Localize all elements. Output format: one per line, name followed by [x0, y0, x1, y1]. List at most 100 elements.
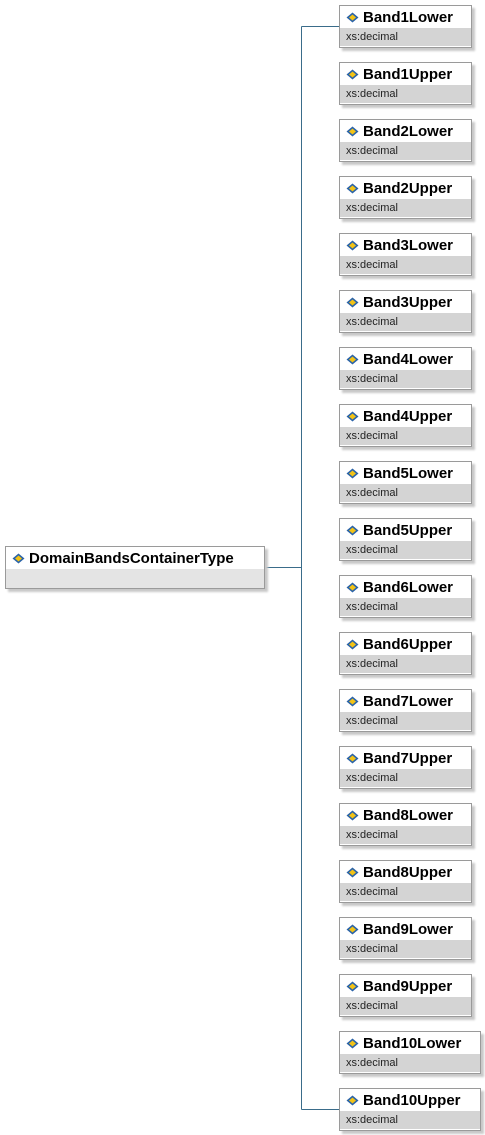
element-node[interactable]: Band8Upper xs:decimal: [339, 860, 472, 903]
element-name: Band7Upper: [363, 749, 453, 767]
element-header: Band7Upper: [340, 747, 471, 769]
element-name: Band7Lower: [363, 692, 454, 710]
element-node[interactable]: Band4Upper xs:decimal: [339, 404, 472, 447]
root-type-node[interactable]: DomainBandsContainerType: [5, 546, 265, 589]
element-node[interactable]: Band8Lower xs:decimal: [339, 803, 472, 846]
element-type-label: xs:decimal: [340, 28, 471, 46]
element-name: Band5Lower: [363, 464, 454, 482]
element-icon: [346, 981, 359, 992]
element-node[interactable]: Band3Upper xs:decimal: [339, 290, 472, 333]
element-name: Band1Lower: [363, 8, 454, 26]
element-type-label: xs:decimal: [340, 1111, 480, 1129]
element-name: Band4Lower: [363, 350, 454, 368]
element-header: Band9Upper: [340, 975, 471, 997]
element-header: Band9Lower: [340, 918, 471, 940]
element-header: Band3Upper: [340, 291, 471, 313]
element-node[interactable]: Band10Lower xs:decimal: [339, 1031, 481, 1074]
element-header: Band1Lower: [340, 6, 471, 28]
element-header: Band1Upper: [340, 63, 471, 85]
element-icon: [346, 582, 359, 593]
element-icon: [346, 1095, 359, 1106]
element-type-label: xs:decimal: [340, 883, 471, 901]
element-node[interactable]: Band5Lower xs:decimal: [339, 461, 472, 504]
element-icon: [346, 297, 359, 308]
element-header: Band2Upper: [340, 177, 471, 199]
element-type-label: xs:decimal: [340, 313, 471, 331]
element-icon: [346, 696, 359, 707]
element-icon: [346, 1038, 359, 1049]
root-type-body: [6, 569, 264, 588]
element-header: Band4Upper: [340, 405, 471, 427]
element-node[interactable]: Band5Upper xs:decimal: [339, 518, 472, 561]
element-icon: [346, 867, 359, 878]
element-node[interactable]: Band1Upper xs:decimal: [339, 62, 472, 105]
element-type-label: xs:decimal: [340, 940, 471, 958]
element-node[interactable]: Band1Lower xs:decimal: [339, 5, 472, 48]
element-header: Band3Lower: [340, 234, 471, 256]
element-type-label: xs:decimal: [340, 997, 471, 1015]
element-type-label: xs:decimal: [340, 598, 471, 616]
element-header: Band8Upper: [340, 861, 471, 883]
element-node[interactable]: Band3Lower xs:decimal: [339, 233, 472, 276]
element-name: Band10Upper: [363, 1091, 461, 1109]
element-name: Band3Lower: [363, 236, 454, 254]
element-type-label: xs:decimal: [340, 85, 471, 103]
element-header: Band2Lower: [340, 120, 471, 142]
element-header: Band6Lower: [340, 576, 471, 598]
element-name: Band9Lower: [363, 920, 454, 938]
element-header: Band4Lower: [340, 348, 471, 370]
element-type-label: xs:decimal: [340, 769, 471, 787]
element-icon: [346, 126, 359, 137]
element-icon: [346, 183, 359, 194]
element-node[interactable]: Band10Upper xs:decimal: [339, 1088, 481, 1131]
element-name: Band8Lower: [363, 806, 454, 824]
element-name: Band2Lower: [363, 122, 454, 140]
element-node[interactable]: Band6Lower xs:decimal: [339, 575, 472, 618]
element-header: Band8Lower: [340, 804, 471, 826]
element-type-label: xs:decimal: [340, 142, 471, 160]
root-type-header: DomainBandsContainerType: [6, 547, 264, 569]
element-name: Band6Lower: [363, 578, 454, 596]
element-name: Band10Lower: [363, 1034, 462, 1052]
element-node[interactable]: Band7Lower xs:decimal: [339, 689, 472, 732]
element-icon: [346, 468, 359, 479]
element-icon: [346, 354, 359, 365]
element-type-icon: [12, 553, 25, 564]
element-header: Band7Lower: [340, 690, 471, 712]
element-type-label: xs:decimal: [340, 370, 471, 388]
element-icon: [346, 69, 359, 80]
element-node[interactable]: Band4Lower xs:decimal: [339, 347, 472, 390]
element-node[interactable]: Band2Upper xs:decimal: [339, 176, 472, 219]
element-type-label: xs:decimal: [340, 427, 471, 445]
element-type-label: xs:decimal: [340, 256, 471, 274]
element-name: Band1Upper: [363, 65, 453, 83]
element-name: Band3Upper: [363, 293, 453, 311]
element-type-label: xs:decimal: [340, 199, 471, 217]
element-icon: [346, 240, 359, 251]
element-type-label: xs:decimal: [340, 712, 471, 730]
element-icon: [346, 411, 359, 422]
element-node[interactable]: Band7Upper xs:decimal: [339, 746, 472, 789]
element-icon: [346, 525, 359, 536]
element-name: Band2Upper: [363, 179, 453, 197]
element-name: Band9Upper: [363, 977, 453, 995]
element-node[interactable]: Band9Lower xs:decimal: [339, 917, 472, 960]
element-icon: [346, 639, 359, 650]
element-header: Band6Upper: [340, 633, 471, 655]
element-type-label: xs:decimal: [340, 541, 471, 559]
element-icon: [346, 753, 359, 764]
element-type-label: xs:decimal: [340, 655, 471, 673]
element-icon: [346, 12, 359, 23]
element-header: Band10Lower: [340, 1032, 480, 1054]
element-icon: [346, 924, 359, 935]
element-name: Band6Upper: [363, 635, 453, 653]
element-name: Band4Upper: [363, 407, 453, 425]
root-type-name: DomainBandsContainerType: [29, 549, 234, 567]
element-name: Band5Upper: [363, 521, 453, 539]
element-type-label: xs:decimal: [340, 826, 471, 844]
element-header: Band5Lower: [340, 462, 471, 484]
element-node[interactable]: Band9Upper xs:decimal: [339, 974, 472, 1017]
element-node[interactable]: Band2Lower xs:decimal: [339, 119, 472, 162]
element-node[interactable]: Band6Upper xs:decimal: [339, 632, 472, 675]
element-type-label: xs:decimal: [340, 1054, 480, 1072]
